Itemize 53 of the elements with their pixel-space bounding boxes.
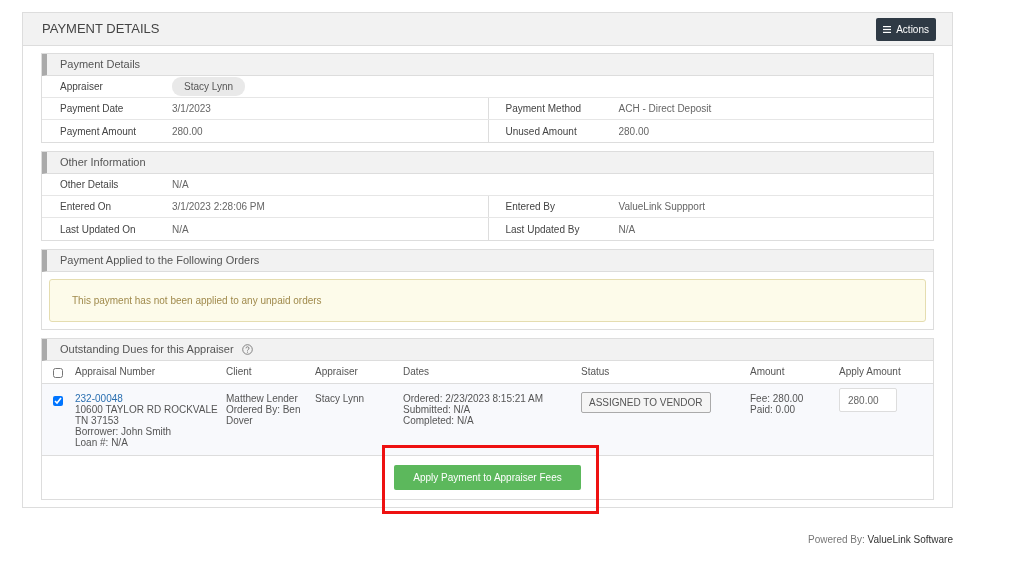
ordered-date: Ordered: 2/23/2023 8:15:21 AM [403,392,545,404]
help-icon[interactable] [241,344,253,355]
section-title: Payment Details [60,57,141,73]
submitted-date: Submitted: N/A [403,403,472,415]
section-title: Payment Applied to the Following Orders [60,253,260,269]
actions-button[interactable]: Actions [876,17,936,41]
appraiser-chip: Stacy Lynn [172,77,246,96]
paid-amount: Paid: 0.00 [750,403,797,415]
section-title: Outstanding Dues for this Appraiser [60,342,234,358]
menu-icon [883,25,892,33]
column-header: Apply Amount [839,366,901,378]
column-header: Appraiser [315,366,358,378]
completed-date: Completed: N/A [403,414,475,426]
field-label: Other Details [59,178,120,192]
footer-text: Powered By: ValueLink Software [807,532,953,547]
address-text: 10600 TAYLOR RD ROCKVALE TN 37153 [75,403,219,426]
field-label: Entered By [504,200,556,214]
field-value: N/A [618,222,636,237]
field-label: Payment Method [504,102,583,116]
borrower-text: Borrower: John Smith [75,425,173,437]
field-value: 280.00 [172,124,203,139]
field-value: N/A [172,178,189,192]
fee-amount: Fee: 280.00 [750,392,805,404]
column-header: Client [226,366,252,378]
column-header: Dates [403,366,430,378]
field-label: Payment Date [59,102,125,116]
apply-amount-field[interactable]: 280.00 [839,388,897,412]
loan-text: Loan #: N/A [75,436,129,448]
field-value: 280.00 [618,124,650,139]
row-checkbox[interactable] [53,395,63,406]
field-value: 3/1/2023 2:28:06 PM [172,200,265,214]
column-header: Status [581,366,610,378]
field-value: ACH - Direct Deposit [618,102,712,116]
field-label: Last Updated On [59,222,137,237]
field-label: Payment Amount [59,124,138,139]
column-header: Appraisal Number [75,366,156,378]
notice-message: This payment has not been applied to any unpaid orders [49,279,926,322]
panel-title: PAYMENT DETAILS [42,20,160,39]
appraisal-link[interactable]: 232-00048 [75,392,226,404]
field-label: Last Updated By [504,222,581,237]
select-all-checkbox[interactable] [53,367,63,378]
column-header: Amount [750,366,785,378]
client-name: Matthew Lender [226,392,299,404]
section-title: Other Information [60,155,146,171]
field-value: N/A [172,222,189,237]
field-value: ValueLink Suppport [618,200,706,214]
field-label: Unused Amount [504,124,578,139]
field-label: Entered On [59,200,113,214]
field-label: Appraiser [59,80,104,94]
appraiser-name: Stacy Lynn [315,392,366,404]
field-value: 3/1/2023 [172,102,211,116]
status-label: ASSIGNED TO VENDOR [581,391,711,413]
ordered-by-text: Ordered By: Ben Dover [226,403,302,426]
